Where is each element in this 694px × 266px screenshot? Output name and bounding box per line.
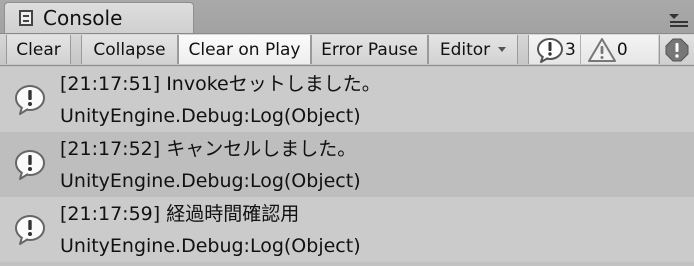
info-bubble-icon: [537, 37, 563, 63]
clear-button[interactable]: Clear: [6, 35, 71, 64]
clear-on-play-button[interactable]: Clear on Play: [178, 35, 311, 64]
console-icon: [19, 10, 33, 26]
console-toolbar: Clear Collapse Clear on Play Error Pause…: [0, 34, 694, 66]
chevron-down-icon: [498, 47, 507, 52]
warning-icon: [587, 37, 616, 62]
log-entry[interactable]: [21:17:51] Invokeセットしました。 UnityEngine.De…: [0, 67, 694, 132]
log-filter-group: 3 0: [528, 35, 658, 64]
log-count: 3: [565, 39, 576, 60]
log-stacktrace: UnityEngine.Debug:Log(Object): [60, 234, 361, 257]
log-entry[interactable]: [21:17:52] キャンセルしました。 UnityEngine.Debug:…: [0, 132, 694, 197]
tab-console[interactable]: Console: [4, 2, 194, 33]
error-icon: [665, 38, 689, 61]
collapse-button[interactable]: Collapse: [81, 35, 178, 64]
tab-strip: Console: [0, 0, 694, 34]
log-list[interactable]: [21:17:51] Invokeセットしました。 UnityEngine.De…: [0, 67, 694, 266]
log-message: [21:17:59] 経過時間確認用: [60, 202, 300, 225]
log-stacktrace: UnityEngine.Debug:Log(Object): [60, 104, 361, 127]
info-icon: [15, 84, 45, 115]
tab-label: Console: [43, 6, 123, 30]
log-message: [21:17:52] キャンセルしました。: [60, 137, 357, 160]
log-filter-toggle[interactable]: 3: [529, 35, 580, 64]
error-filter-toggle[interactable]: [659, 35, 694, 64]
info-icon: [15, 214, 45, 245]
log-message: [21:17:51] Invokeセットしました。: [60, 72, 381, 95]
log-stacktrace: UnityEngine.Debug:Log(Object): [60, 169, 361, 192]
info-icon: [15, 149, 45, 180]
error-pause-button[interactable]: Error Pause: [311, 35, 428, 64]
panel-menu-icon[interactable]: [669, 14, 688, 28]
warning-count: 0: [616, 39, 628, 60]
editor-dropdown[interactable]: Editor: [428, 35, 518, 64]
warning-filter-toggle[interactable]: 0: [579, 35, 632, 64]
log-entry[interactable]: [21:17:59] 経過時間確認用 UnityEngine.Debug:Log…: [0, 197, 694, 262]
editor-dropdown-label: Editor: [439, 39, 491, 60]
